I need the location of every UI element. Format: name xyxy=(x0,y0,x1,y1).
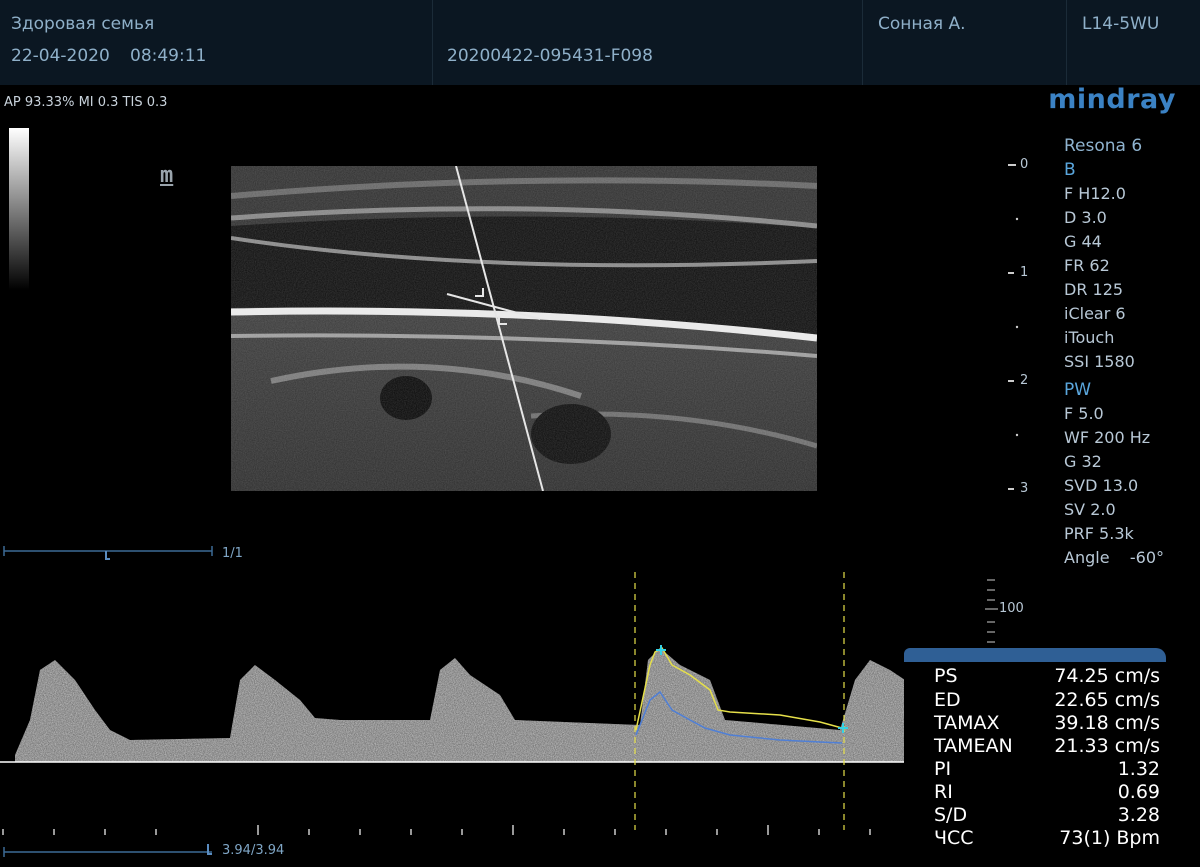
measurement-value: 74.25 cm/s xyxy=(1054,665,1160,687)
measurement-panel: PS 74.25 cm/s ED 22.65 cm/s TAMAX 39.18 cm/… xyxy=(904,648,1166,867)
bmode-frame-counter: 1/1 xyxy=(222,546,243,561)
exam-date: 22-04-2020 xyxy=(11,46,110,66)
header-cell-exam xyxy=(432,0,863,85)
bmode-image[interactable] xyxy=(231,166,817,491)
depth-label-0: 0 xyxy=(1020,157,1029,172)
velocity-scale-label: 100 xyxy=(999,601,1024,616)
pw-param: F 5.0 xyxy=(1064,404,1104,423)
measurement-label: PS xyxy=(934,665,958,687)
bmode-param: SSI 1580 xyxy=(1064,352,1135,371)
measurement-row: ЧСС 73(1) Bpm xyxy=(934,827,1160,851)
time-axis xyxy=(2,825,871,835)
pw-param: SV 2.0 xyxy=(1064,500,1116,519)
bmode-param: DR 125 xyxy=(1064,280,1124,299)
bmode-param: FR 62 xyxy=(1064,256,1110,275)
bmode-param: G 44 xyxy=(1064,232,1102,251)
measurement-row: PI 1.32 xyxy=(934,758,1160,782)
bmode-param: F H12.0 xyxy=(1064,184,1126,203)
measurement-value: 1.32 xyxy=(1117,758,1160,780)
patient-name: Сонная А. xyxy=(878,14,966,34)
doppler-frame-slider[interactable] xyxy=(0,842,216,862)
probe-name: L14-5WU xyxy=(1082,14,1160,34)
measurement-value: 3.28 xyxy=(1117,804,1160,826)
bmode-param: D 3.0 xyxy=(1064,208,1107,227)
info-header: Здоровая семья 22-04-2020 08:49:11 20200… xyxy=(0,0,1200,85)
measurement-value: 0.69 xyxy=(1117,781,1160,803)
depth-label-1: 1 xyxy=(1020,265,1029,280)
depth-label-2: 2 xyxy=(1020,373,1029,388)
measurement-value: 39.18 cm/s xyxy=(1054,712,1160,734)
exam-time: 08:49:11 xyxy=(130,46,207,66)
bmode-frame-slider[interactable] xyxy=(0,543,216,563)
measurement-label: TAMEAN xyxy=(934,735,1013,757)
mindray-logo: mindray xyxy=(1048,84,1176,115)
measurement-label: S/D xyxy=(934,804,968,826)
measurement-label: TAMAX xyxy=(934,712,1000,734)
parameter-panel: Resona 6 B F H12.0 D 3.0 G 44 FR 62 DR 1… xyxy=(1064,134,1200,570)
measurement-label: ED xyxy=(934,689,961,711)
measurement-row: ED 22.65 cm/s xyxy=(934,689,1160,713)
header-cell-clinic xyxy=(0,0,433,85)
measurement-label: PI xyxy=(934,758,952,780)
pw-section-title: PW xyxy=(1064,380,1092,400)
acoustic-output: AP 93.33% MI 0.3 TIS 0.3 xyxy=(4,95,168,110)
bmode-section-title: B xyxy=(1064,160,1076,180)
measurement-panel-header xyxy=(904,648,1166,662)
header-cell-patient xyxy=(862,0,1067,85)
orientation-marker-icon: m xyxy=(160,163,174,188)
measurement-row: TAMAX 39.18 cm/s xyxy=(934,712,1160,736)
measurement-row: PS 74.25 cm/s xyxy=(934,665,1160,689)
pw-param: WF 200 Hz xyxy=(1064,428,1151,447)
pw-param: G 32 xyxy=(1064,452,1102,471)
measurement-label: RI xyxy=(934,781,953,803)
measurement-row: S/D 3.28 xyxy=(934,804,1160,828)
pw-param: PRF 5.3k xyxy=(1064,524,1134,543)
pw-param: SVD 13.0 xyxy=(1064,476,1139,495)
measurement-row: RI 0.69 xyxy=(934,781,1160,805)
measurement-value: 73(1) Bpm xyxy=(1059,827,1160,849)
grayscale-bar xyxy=(9,128,29,290)
doppler-spectrum[interactable] xyxy=(0,570,1000,830)
bmode-param: iTouch xyxy=(1064,328,1115,347)
measurement-label: ЧСС xyxy=(934,827,974,849)
model-name: Resona 6 xyxy=(1064,136,1143,156)
pw-param: Angle -60° xyxy=(1064,548,1165,567)
measurement-value: 21.33 cm/s xyxy=(1054,735,1160,757)
measurement-value: 22.65 cm/s xyxy=(1054,689,1160,711)
depth-label-3: 3 xyxy=(1020,481,1029,496)
depth-scale xyxy=(1008,164,1019,490)
measurement-row: TAMEAN 21.33 cm/s xyxy=(934,735,1160,759)
clinic-name: Здоровая семья xyxy=(11,14,155,34)
exam-id: 20200422-095431-F098 xyxy=(447,46,653,66)
bmode-param: iClear 6 xyxy=(1064,304,1126,323)
doppler-frame-counter: 3.94/3.94 xyxy=(222,843,285,858)
